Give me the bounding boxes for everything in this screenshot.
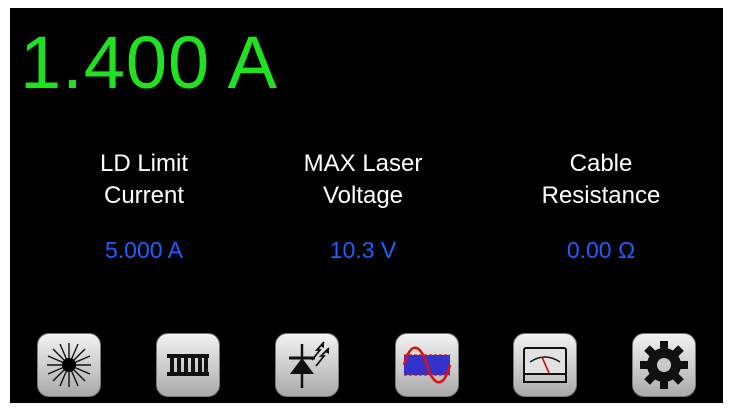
meter-icon (523, 347, 567, 383)
photodiode-icon (289, 341, 330, 388)
photodiode-button[interactable] (275, 333, 339, 397)
waveform-button[interactable] (395, 333, 459, 397)
param-label: MAX Laser Voltage (303, 150, 423, 209)
tec-button[interactable] (156, 333, 220, 397)
tec-module-icon (167, 354, 209, 376)
meter-button[interactable] (513, 333, 577, 397)
settings-button[interactable] (632, 333, 696, 397)
param-value[interactable]: 10.3 V (253, 235, 473, 265)
param-label: LD Limit Current (99, 150, 189, 209)
instrument-display: 1.400 A LD Limit Current 5.000 A MAX Las… (10, 8, 723, 403)
param-value[interactable]: 0.00 Ω (491, 235, 711, 265)
waveform-icon (402, 346, 452, 384)
param-label: Cable Resistance (541, 150, 661, 209)
ld-limit-current-panel: LD Limit Current 5.000 A (34, 148, 254, 265)
laser-burst-icon (47, 343, 91, 387)
current-reading: 1.400 A (20, 21, 279, 104)
gear-icon (640, 341, 688, 389)
param-value[interactable]: 5.000 A (34, 235, 254, 265)
max-laser-voltage-panel: MAX Laser Voltage 10.3 V (253, 148, 473, 265)
cable-resistance-panel: Cable Resistance 0.00 Ω (491, 148, 711, 265)
laser-button[interactable] (37, 333, 101, 397)
